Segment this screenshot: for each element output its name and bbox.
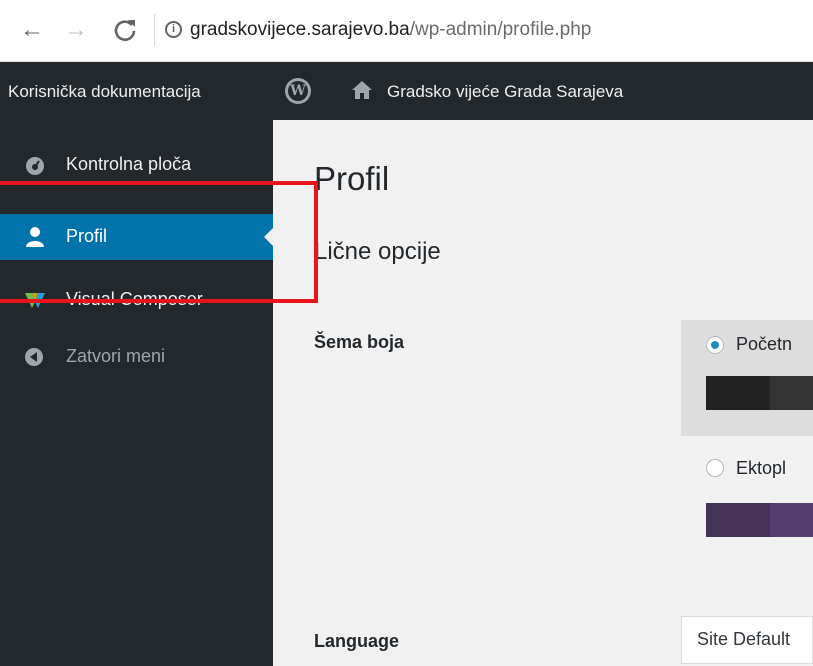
collapse-icon (25, 348, 43, 366)
back-arrow-icon[interactable]: ← (20, 18, 44, 42)
color-swatch (770, 376, 813, 410)
admin-sidebar: Kontrolna ploča Profil Visual Composer Z… (0, 120, 273, 666)
language-select[interactable]: Site Default (681, 616, 813, 664)
color-scheme-radio[interactable] (706, 459, 724, 477)
sidebar-item-dashboard[interactable]: Kontrolna ploča (0, 142, 273, 188)
forward-arrow-icon[interactable]: → (64, 18, 88, 42)
url-host: gradskovijece.sarajevo.ba (190, 19, 410, 40)
browser-toolbar: ← → i gradskovijece.sarajevo.ba/wp-admin… (0, 0, 813, 62)
color-scheme-option-ectoplasm[interactable]: Ektopl (681, 442, 813, 542)
sidebar-item-label: Zatvori meni (66, 346, 166, 366)
color-scheme-label: Šema boja (314, 332, 405, 352)
main-content: Profil Lične opcije Šema boja Početn Ekt… (273, 120, 813, 666)
collapse-menu-button[interactable]: Zatvori meni (0, 334, 273, 380)
language-label: Language (314, 631, 400, 651)
address-separator (154, 14, 155, 46)
wordpress-logo-icon[interactable] (285, 78, 311, 104)
color-swatches (706, 503, 813, 537)
sidebar-item-visual-composer[interactable]: Visual Composer (0, 277, 273, 323)
color-swatch (706, 503, 770, 537)
color-swatch (706, 376, 770, 410)
section-title: Lične opcije (314, 238, 441, 265)
admin-bar: Korisnička dokumentacija Gradsko vijeće … (0, 62, 813, 120)
url-path: /wp-admin/profile.php (409, 19, 592, 40)
reload-icon[interactable] (111, 16, 139, 44)
user-icon (26, 227, 44, 247)
color-scheme-option-default[interactable]: Početn (681, 320, 813, 436)
dashboard-icon (26, 157, 44, 175)
sidebar-item-profile[interactable]: Profil (0, 214, 273, 260)
home-icon[interactable] (351, 80, 373, 100)
color-scheme-radio[interactable] (706, 336, 724, 354)
color-swatches (706, 376, 813, 410)
sidebar-item-label: Kontrolna ploča (66, 154, 192, 174)
visual-composer-icon (25, 293, 45, 308)
color-scheme-name: Ektopl (736, 458, 787, 478)
sidebar-item-label: Visual Composer (66, 289, 203, 309)
sidebar-item-label: Profil (66, 226, 108, 246)
language-select-value: Site Default (697, 629, 791, 649)
info-icon[interactable]: i (165, 21, 182, 38)
page-title: Profil (314, 160, 390, 197)
documentation-link[interactable]: Korisnička dokumentacija (8, 82, 201, 102)
color-swatch (770, 503, 813, 537)
color-scheme-name: Početn (736, 334, 793, 354)
site-name-link[interactable]: Gradsko vijeće Grada Sarajeva (387, 82, 623, 102)
address-bar[interactable]: gradskovijece.sarajevo.ba/wp-admin/profi… (190, 19, 591, 41)
